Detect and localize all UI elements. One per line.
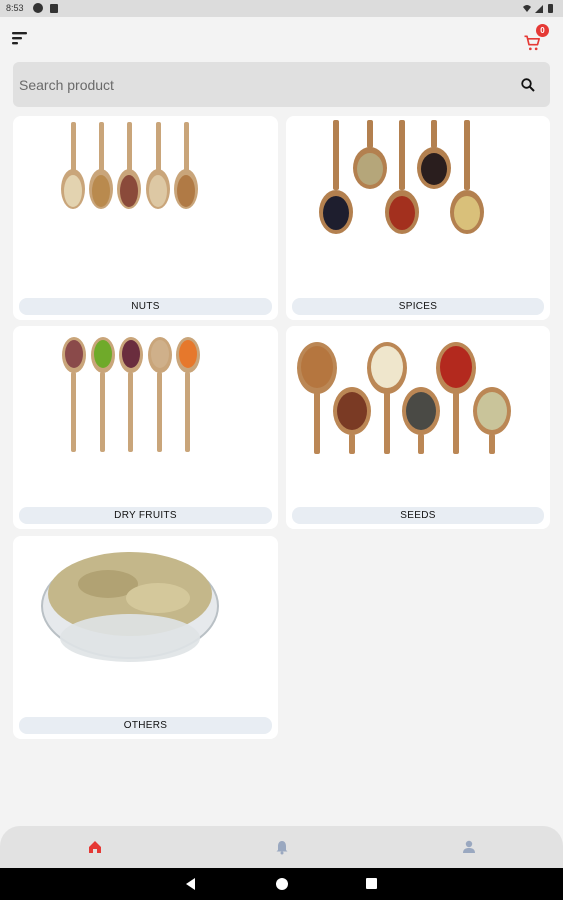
recent-apps-icon[interactable]: [366, 878, 377, 889]
system-navigation-bar: [0, 868, 563, 900]
category-card-dry-fruits[interactable]: DRY FRUITS: [13, 326, 278, 529]
category-label: SEEDS: [292, 507, 544, 524]
category-card-others[interactable]: OTHERS: [13, 536, 278, 739]
bottom-navigation: [0, 826, 563, 868]
others-image: [41, 552, 219, 662]
notification-bell-icon[interactable]: [273, 838, 291, 856]
cart-button[interactable]: 0: [522, 24, 552, 53]
category-card-nuts[interactable]: NUTS: [13, 116, 278, 320]
sim-card-icon: [50, 4, 58, 13]
app-bar: 0: [0, 17, 563, 61]
dry-fruits-image: [62, 337, 200, 452]
home-icon[interactable]: [86, 838, 104, 856]
category-label: OTHERS: [19, 717, 272, 734]
cart-count-badge: 0: [536, 24, 549, 37]
profile-icon[interactable]: [460, 838, 478, 856]
seeds-image: [297, 342, 511, 454]
search-bar: [13, 62, 550, 107]
menu-icon[interactable]: [12, 31, 28, 45]
category-label: DRY FRUITS: [19, 507, 272, 524]
notification-icon: [33, 3, 43, 13]
nuts-image: [61, 122, 198, 209]
category-card-spices[interactable]: SPICES: [286, 116, 550, 320]
home-circle-icon[interactable]: [276, 878, 288, 890]
signal-battery-icon: [523, 4, 553, 13]
spices-image: [319, 120, 484, 234]
category-card-seeds[interactable]: SEEDS: [286, 326, 550, 529]
status-time: 8:53: [6, 3, 24, 13]
category-label: NUTS: [19, 298, 272, 315]
search-input[interactable]: [19, 72, 499, 97]
search-icon[interactable]: [520, 77, 536, 93]
status-bar: 8:53: [0, 0, 563, 17]
back-icon[interactable]: [186, 878, 195, 890]
category-label: SPICES: [292, 298, 544, 315]
